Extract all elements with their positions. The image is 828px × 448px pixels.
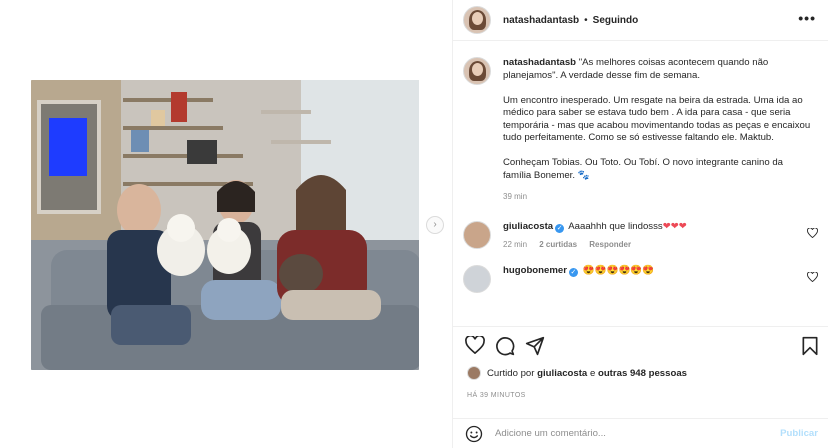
- chevron-right-icon: ›: [433, 219, 437, 230]
- like-comment-heart-icon[interactable]: [807, 271, 818, 285]
- comment-icon[interactable]: [495, 336, 517, 358]
- post-comment-button[interactable]: Publicar: [780, 428, 818, 439]
- liker-avatar[interactable]: [467, 366, 481, 380]
- likes-prefix: Curtido por: [487, 367, 535, 379]
- likes-conj: e: [589, 367, 596, 379]
- post-header: natashadantasb • Seguindo •••: [453, 0, 828, 41]
- comment-body: giuliacosta ✓ Aaaahhh que lindosss❤❤❤ 22 …: [503, 221, 803, 251]
- comment-body: hugobonemer ✓ 😍😍😍😍😍😍: [503, 265, 803, 293]
- caption-text-3: Conheçam Tobias. Ou Toto. Ou Tobí. O nov…: [503, 157, 783, 181]
- save-bookmark-icon[interactable]: [801, 336, 823, 358]
- more-options-icon[interactable]: •••: [798, 11, 816, 25]
- add-comment-bar: Publicar: [453, 418, 828, 448]
- following-button[interactable]: Seguindo: [593, 15, 639, 26]
- photo-illustration: [31, 80, 419, 370]
- action-bar: [453, 326, 828, 364]
- share-icon[interactable]: [525, 336, 547, 358]
- header-separator: •: [584, 14, 588, 26]
- caption-body: natashadantasb "As melhores coisas acont…: [503, 57, 813, 203]
- heart-icon[interactable]: [465, 334, 487, 358]
- next-media-button[interactable]: ›: [426, 216, 444, 234]
- comment-likes[interactable]: 2 curtidas: [539, 240, 577, 249]
- like-comment-heart-icon[interactable]: [807, 227, 818, 241]
- comment-item: hugobonemer ✓ 😍😍😍😍😍😍: [463, 265, 818, 293]
- liker-username[interactable]: giuliacosta: [537, 368, 587, 379]
- likes-summary: Curtido por giuliacosta e outras 948 pes…: [467, 366, 687, 380]
- commenter-avatar[interactable]: [463, 221, 491, 249]
- author-avatar[interactable]: [463, 6, 491, 34]
- verified-badge-icon: ✓: [568, 268, 578, 277]
- caption-avatar[interactable]: [463, 57, 491, 85]
- likes-others[interactable]: outras 948 pessoas: [598, 368, 687, 379]
- post-details-pane: natashadantasb • Seguindo ••• natashadan…: [452, 0, 828, 448]
- red-hearts: ❤❤❤: [662, 221, 687, 232]
- comment-item: giuliacosta ✓ Aaaahhh que lindosss❤❤❤ 22 …: [463, 221, 818, 251]
- post-timestamp: HÁ 39 MINUTOS: [467, 392, 526, 399]
- caption-time: 39 min: [503, 191, 528, 201]
- comment-username[interactable]: hugobonemer: [503, 265, 567, 276]
- comment-text: Aaaahhh que lindosss: [568, 221, 663, 232]
- verified-badge-icon: ✓: [555, 224, 565, 233]
- author-username[interactable]: natashadantasb: [503, 15, 579, 26]
- comment-username[interactable]: giuliacosta: [503, 221, 553, 232]
- comments-list[interactable]: natashadantasb "As melhores coisas acont…: [453, 41, 828, 324]
- comment-text: 😍😍😍😍😍😍: [582, 265, 655, 276]
- reply-button[interactable]: Responder: [589, 240, 631, 249]
- comment-time: 22 min: [503, 240, 528, 249]
- commenter-avatar[interactable]: [463, 265, 491, 293]
- media-pane: ›: [0, 0, 452, 448]
- comment-meta: 22 min 2 curtidas Responder: [503, 239, 803, 251]
- caption-username[interactable]: natashadantasb: [503, 57, 576, 68]
- comment-input[interactable]: [495, 428, 765, 439]
- caption-text-2: Um encontro inesperado. Um resgate na be…: [503, 94, 811, 144]
- post-photo[interactable]: [31, 80, 419, 370]
- emoji-icon[interactable]: [465, 425, 483, 443]
- caption: natashadantasb "As melhores coisas acont…: [463, 57, 818, 203]
